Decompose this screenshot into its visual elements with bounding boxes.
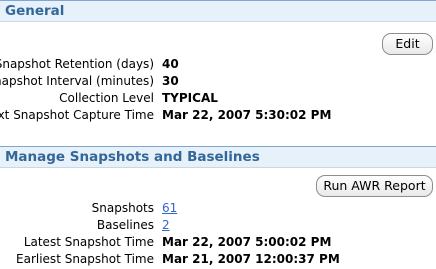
collection-level-value: TYPICAL bbox=[162, 91, 218, 105]
baselines-count-link[interactable]: 2 bbox=[162, 218, 170, 232]
run-awr-report-button[interactable]: Run AWR Report bbox=[316, 175, 433, 197]
latest-snapshot-time-row: Latest Snapshot Time Mar 22, 2007 5:00:0… bbox=[0, 235, 436, 252]
snapshot-interval-value: 30 bbox=[162, 74, 179, 88]
snapshots-count-link[interactable]: 61 bbox=[162, 201, 177, 215]
snapshot-interval-row: Snapshot Interval (minutes) 30 bbox=[0, 74, 436, 91]
baselines-label: Baselines bbox=[96, 218, 154, 232]
manage-section-header: Manage Snapshots and Baselines bbox=[0, 146, 436, 168]
next-snapshot-time-label: Next Snapshot Capture Time bbox=[0, 108, 154, 122]
collection-level-label: Collection Level bbox=[59, 91, 154, 105]
snapshot-retention-label: Snapshot Retention (days) bbox=[0, 57, 154, 71]
earliest-snapshot-time-label: Earliest Snapshot Time bbox=[16, 252, 154, 266]
snapshot-retention-row: Snapshot Retention (days) 40 bbox=[0, 57, 436, 74]
next-snapshot-time-value: Mar 22, 2007 5:30:02 PM bbox=[162, 108, 332, 122]
earliest-snapshot-time-value: Mar 21, 2007 12:00:37 PM bbox=[162, 252, 340, 266]
snapshots-label: Snapshots bbox=[91, 201, 154, 215]
snapshots-row: Snapshots 61 bbox=[0, 201, 436, 218]
latest-snapshot-time-label: Latest Snapshot Time bbox=[23, 235, 154, 249]
baselines-row: Baselines 2 bbox=[0, 218, 436, 235]
earliest-snapshot-time-row: Earliest Snapshot Time Mar 21, 2007 12:0… bbox=[0, 252, 436, 269]
general-section-header: General bbox=[0, 0, 436, 22]
latest-snapshot-time-value: Mar 22, 2007 5:00:02 PM bbox=[162, 235, 332, 249]
manage-title: Manage Snapshots and Baselines bbox=[5, 149, 260, 165]
edit-button[interactable]: Edit bbox=[382, 33, 433, 55]
snapshot-interval-label: Snapshot Interval (minutes) bbox=[0, 74, 154, 88]
general-title: General bbox=[5, 3, 65, 19]
snapshot-retention-value: 40 bbox=[162, 57, 179, 71]
next-snapshot-time-row: Next Snapshot Capture Time Mar 22, 2007 … bbox=[0, 108, 436, 125]
collection-level-row: Collection Level TYPICAL bbox=[0, 91, 436, 108]
